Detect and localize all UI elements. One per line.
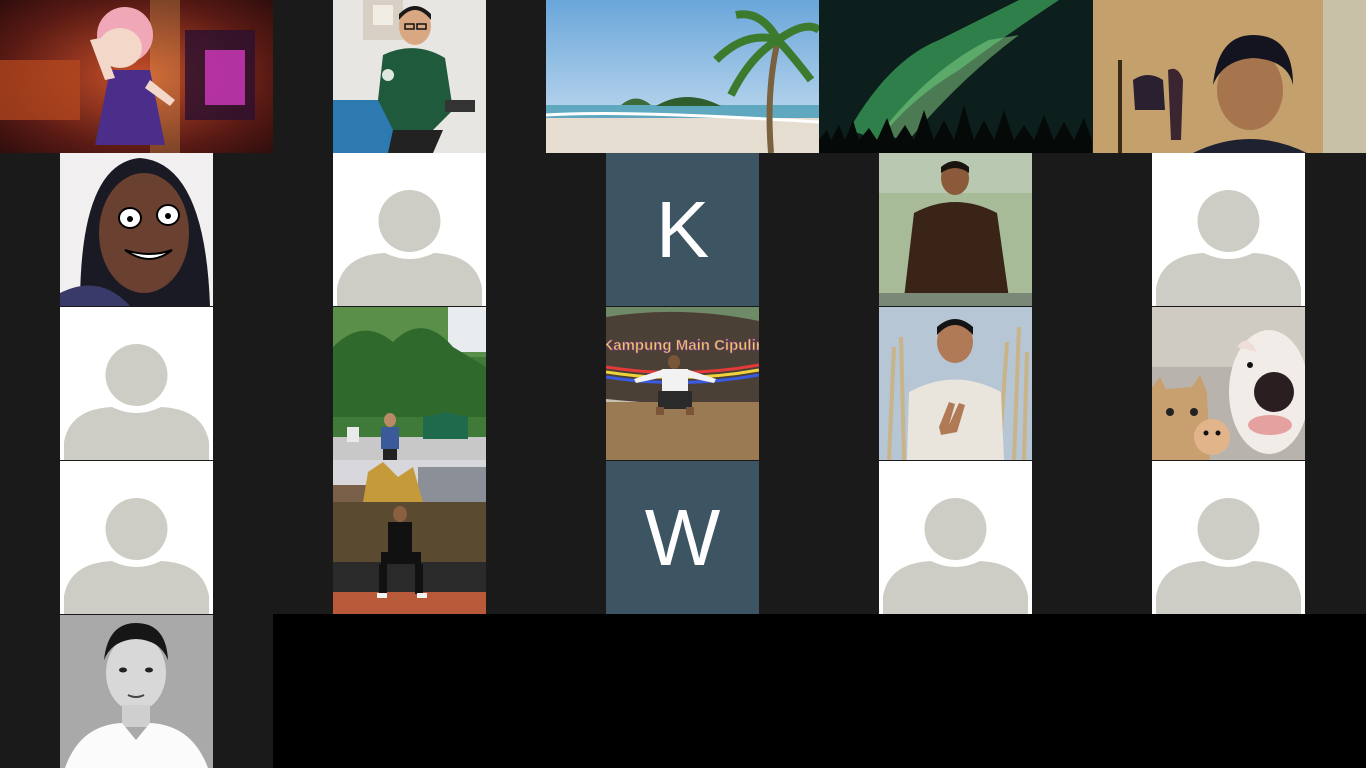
lake-man-image — [879, 153, 1032, 306]
webcam-man-image — [1093, 0, 1366, 153]
cat-hamster-dog-image — [1152, 307, 1305, 460]
participant-video-3[interactable] — [546, 0, 819, 153]
participant-video-10[interactable] — [879, 307, 1032, 460]
participant-video-5[interactable] — [1093, 0, 1366, 153]
participant-avatar-6[interactable] — [1152, 461, 1305, 614]
participant-video-7[interactable] — [879, 153, 1032, 306]
default-avatar-icon — [883, 498, 1028, 614]
participant-video-9[interactable]: Kampung Main Cipulir — [606, 307, 759, 460]
peace-sign-man-image — [879, 307, 1032, 460]
default-avatar-icon — [64, 344, 209, 460]
anime-dancer-image — [0, 0, 273, 153]
participant-video-11[interactable] — [1152, 307, 1305, 460]
participant-avatar-1[interactable] — [333, 153, 486, 306]
participant-avatar-4[interactable] — [60, 461, 213, 614]
kampung-sign-image: Kampung Main Cipulir — [606, 307, 759, 460]
forest-fountain-collage-image — [333, 307, 486, 614]
participant-video-2[interactable] — [333, 0, 486, 153]
participant-initial-label: K — [655, 184, 710, 274]
beach-image — [546, 0, 819, 153]
default-avatar-icon — [337, 190, 482, 306]
participant-video-1[interactable] — [0, 0, 273, 153]
bw-portrait-image — [60, 615, 213, 768]
participant-video-6[interactable] — [60, 153, 213, 306]
sign-text: Kampung Main Cipulir — [606, 337, 759, 354]
participant-video-8[interactable] — [333, 307, 486, 614]
cartoon-face-image — [60, 153, 213, 306]
participant-avatar-3[interactable] — [60, 307, 213, 460]
participant-video-12[interactable] — [60, 615, 213, 768]
participant-avatar-2[interactable] — [1152, 153, 1305, 306]
default-avatar-icon — [1156, 190, 1301, 306]
participant-initial-label: W — [644, 492, 721, 582]
participant-initial-k[interactable]: K — [606, 153, 759, 306]
man-glasses-image — [333, 0, 486, 153]
empty-gallery-area — [273, 614, 1366, 768]
aurora-image — [819, 0, 1092, 153]
default-avatar-icon — [64, 498, 209, 614]
participant-avatar-5[interactable] — [879, 461, 1032, 614]
participant-initial-w[interactable]: W — [606, 461, 759, 614]
participant-video-4[interactable] — [819, 0, 1092, 153]
default-avatar-icon — [1156, 498, 1301, 614]
